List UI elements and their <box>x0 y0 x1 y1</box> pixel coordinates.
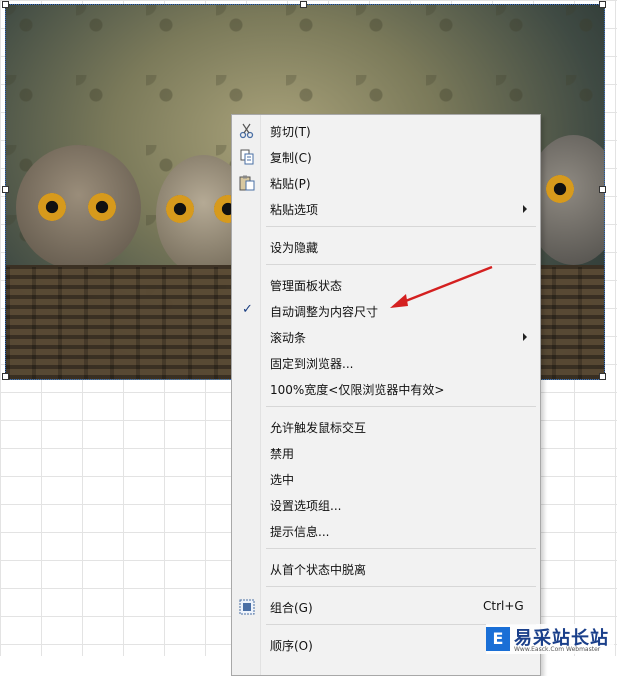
menu-item-paste[interactable]: 粘贴(P) <box>232 170 540 196</box>
menu-item-cut[interactable]: 剪切(T) <box>232 118 540 144</box>
paste-icon <box>239 175 255 191</box>
submenu-arrow-icon <box>523 205 527 213</box>
menu-item-group[interactable]: 组合(G) Ctrl+G <box>232 594 540 620</box>
menu-item-label: 复制(C) <box>270 151 312 165</box>
owl-eye-left <box>166 195 194 223</box>
watermark-subtitle: Www.Easck.Com Webmaster <box>514 646 601 653</box>
menu-item-disable[interactable]: 禁用 <box>232 440 540 466</box>
menu-item-label: 从首个状态中脱离 <box>270 563 367 577</box>
menu-item-label: 100%宽度<仅限浏览器中有效> <box>270 383 445 397</box>
menu-item-select[interactable]: 选中 <box>232 466 540 492</box>
menu-item-label: 允许触发鼠标交互 <box>270 421 367 435</box>
menu-item-option-group[interactable]: 设置选项组... <box>232 492 540 518</box>
scissors-icon <box>239 123 254 139</box>
menu-item-label: 选中 <box>270 473 295 487</box>
annotation-arrow-icon <box>390 265 493 308</box>
menu-item-shortcut: Ctrl+G <box>483 599 524 613</box>
owl2-eye <box>546 175 574 203</box>
resize-handle-ml[interactable] <box>2 186 9 193</box>
menu-item-label: 组合(G) <box>270 601 313 615</box>
copy-icon <box>240 149 254 165</box>
menu-item-label: 提示信息... <box>270 525 330 539</box>
menu-item-copy[interactable]: 复制(C) <box>232 144 540 170</box>
menu-item-paste-options[interactable]: 粘贴选项 <box>232 196 540 222</box>
menu-item-label: 粘贴选项 <box>270 203 319 217</box>
menu-item-label: 滚动条 <box>270 331 307 345</box>
watermark: E 易采站长站 Www.Easck.Com Webmaster <box>486 624 614 654</box>
menu-separator <box>266 406 536 407</box>
menu-item-label: 粘贴(P) <box>270 177 311 191</box>
menu-item-label: 设为隐藏 <box>270 241 319 255</box>
menu-separator <box>266 548 536 549</box>
menu-separator <box>266 226 536 227</box>
cat-eye-left <box>38 193 66 221</box>
menu-item-label: 禁用 <box>270 447 295 461</box>
menu-item-tooltip[interactable]: 提示信息... <box>232 518 540 544</box>
menu-separator <box>266 586 536 587</box>
menu-item-label: 设置选项组... <box>270 499 342 513</box>
menu-item-pin-to-browser[interactable]: 固定到浏览器... <box>232 350 540 376</box>
menu-item-label: 顺序(O) <box>270 639 313 653</box>
menu-item-label: 管理面板状态 <box>270 279 343 293</box>
resize-handle-bl[interactable] <box>2 373 9 380</box>
watermark-logo: E <box>486 627 510 651</box>
menu-item-full-width[interactable]: 100%宽度<仅限浏览器中有效> <box>232 376 540 402</box>
group-icon <box>239 599 255 615</box>
resize-handle-tc[interactable] <box>300 1 307 8</box>
context-menu: 剪切(T) 复制(C) 粘贴(P) 粘贴选项 设为隐藏 管理面板状态 ✓ 自动调… <box>231 114 541 676</box>
menu-item-scrollbars[interactable]: 滚动条 <box>232 324 540 350</box>
checkmark-icon: ✓ <box>242 302 253 317</box>
resize-handle-br[interactable] <box>599 373 606 380</box>
menu-item-allow-mouse-interaction[interactable]: 允许触发鼠标交互 <box>232 414 540 440</box>
menu-item-label: 固定到浏览器... <box>270 357 354 371</box>
cat-figure <box>16 145 141 270</box>
menu-item-set-hidden[interactable]: 设为隐藏 <box>232 234 540 260</box>
cat-eye-right <box>88 193 116 221</box>
menu-item-label: 自动调整为内容尺寸 <box>270 305 379 319</box>
menu-item-break-away[interactable]: 从首个状态中脱离 <box>232 556 540 582</box>
resize-handle-tr[interactable] <box>599 1 606 8</box>
resize-handle-mr[interactable] <box>599 186 606 193</box>
resize-handle-tl[interactable] <box>2 1 9 8</box>
menu-item-label: 剪切(T) <box>270 125 311 139</box>
submenu-arrow-icon <box>523 333 527 341</box>
